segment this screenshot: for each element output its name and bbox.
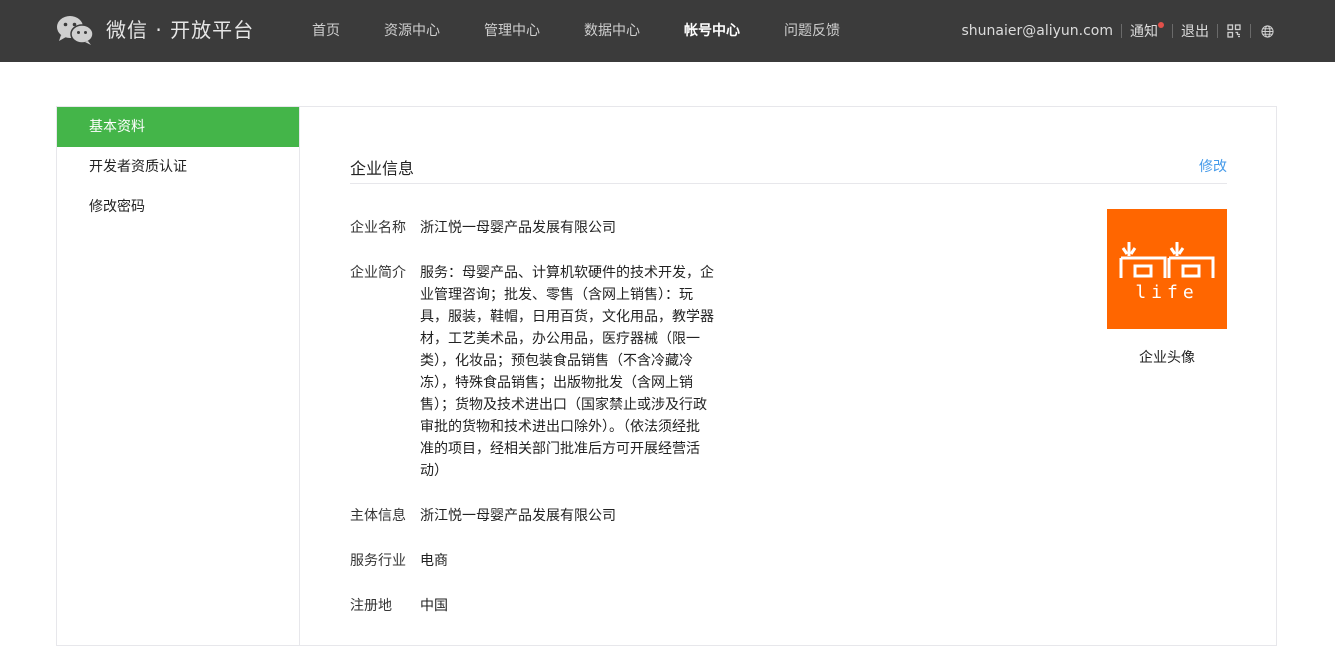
intro-line: 售）；货物及技术进出口（国家禁止或涉及行政 [420, 397, 707, 413]
nav-account[interactable]: 帐号中心 [662, 0, 762, 62]
nav-data[interactable]: 数据中心 [562, 0, 662, 62]
intro-line: 冻），特殊食品销售；出版物批发（含网上销 [420, 375, 693, 391]
wechat-logo-icon [56, 14, 94, 46]
divider [1250, 24, 1251, 38]
divider [1121, 24, 1122, 38]
company-avatar[interactable]: life [1107, 209, 1227, 329]
divider [1172, 24, 1173, 38]
avatar-caption: 企业头像 [1139, 350, 1195, 366]
company-name: 浙江悦一母婴产品发展有限公司 [420, 220, 616, 236]
section-header: 企业信息 修改 [350, 147, 1227, 184]
info-row-region: 注册地 中国 [350, 595, 448, 617]
info-row-industry: 服务行业 电商 [350, 550, 448, 572]
intro-line: 具，服装，鞋帽，日用百货，文化用品，教学器 [420, 309, 714, 325]
logout-link[interactable]: 退出 [1181, 21, 1209, 41]
intro-line: 准的项目，经相关部门批准后方可开展经营活 [420, 441, 700, 457]
company-intro: 服务：母婴产品、计算机软硬件的技术开发，企 业管理咨询；批发、零售（含网上销售）… [420, 262, 720, 482]
field-label: 主体信息 [350, 508, 406, 524]
globe-icon[interactable] [1259, 23, 1275, 39]
nav-management[interactable]: 管理中心 [462, 0, 562, 62]
info-row-name: 企业名称 浙江悦一母婴产品发展有限公司 [350, 217, 616, 239]
sidebar-item-basic-info[interactable]: 基本资料 [57, 107, 299, 147]
notify-dot-icon [1158, 22, 1164, 28]
edit-link[interactable]: 修改 [1199, 156, 1227, 176]
user-email[interactable]: shunaier@aliyun.com [962, 23, 1114, 39]
intro-line: 材，工艺美术品，办公用品，医疗器械（限一 [420, 331, 700, 347]
nav-home[interactable]: 首页 [290, 0, 362, 62]
user-bar: shunaier@aliyun.com 通知 退出 [962, 0, 1276, 62]
field-label: 企业名称 [350, 220, 406, 236]
qrcode-icon[interactable] [1226, 23, 1242, 39]
notify-label: 通知 [1130, 24, 1158, 40]
divider [1217, 24, 1218, 38]
account-card: 基本资料 开发者资质认证 修改密码 企业信息 修改 企业名称 浙江悦一母婴产品发… [56, 106, 1277, 646]
sidebar-item-developer-verification[interactable]: 开发者资质认证 [57, 147, 299, 187]
field-label: 服务行业 [350, 553, 406, 569]
avatar-block: life 企业头像 [1107, 209, 1227, 367]
intro-line: 服务：母婴产品、计算机软硬件的技术开发，企 [420, 265, 714, 281]
info-row-subject: 主体信息 浙江悦一母婴产品发展有限公司 [350, 505, 616, 527]
info-row-intro: 企业简介 服务：母婴产品、计算机软硬件的技术开发，企 业管理咨询；批发、零售（含… [350, 262, 720, 482]
notify-link[interactable]: 通知 [1130, 21, 1164, 41]
intro-line: 类），化妆品；预包装食品销售（不含冷藏冷 [420, 353, 693, 369]
sidebar: 基本资料 开发者资质认证 修改密码 [57, 107, 300, 645]
avatar-logo-text: life [1135, 282, 1198, 303]
region-value: 中国 [420, 598, 448, 614]
section-title: 企业信息 [350, 159, 415, 178]
intro-line: 审批的货物和技术进出口除外）。（依法须经批 [420, 419, 700, 435]
logo[interactable]: 微信 · 开放平台 [56, 13, 254, 47]
nav-feedback[interactable]: 问题反馈 [762, 0, 862, 62]
industry-value: 电商 [420, 553, 448, 569]
intro-line: 业管理咨询；批发、零售（含网上销售）：玩 [420, 287, 693, 303]
nav-resources[interactable]: 资源中心 [362, 0, 462, 62]
sidebar-item-change-password[interactable]: 修改密码 [57, 187, 299, 227]
field-label: 注册地 [350, 598, 392, 614]
main-nav: 首页 资源中心 管理中心 数据中心 帐号中心 问题反馈 [290, 0, 862, 62]
field-label: 企业简介 [350, 265, 406, 281]
top-navbar: 微信 · 开放平台 首页 资源中心 管理中心 数据中心 帐号中心 问题反馈 sh… [0, 0, 1335, 62]
brand-title: 微信 · 开放平台 [106, 18, 255, 42]
intro-line: 动） [420, 463, 448, 479]
subject-value: 浙江悦一母婴产品发展有限公司 [420, 508, 616, 524]
